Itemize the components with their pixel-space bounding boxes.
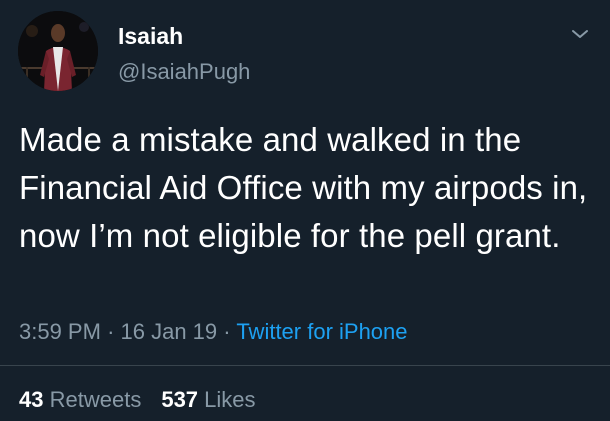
retweets-label: Retweets	[49, 387, 142, 412]
meta-separator: ·	[107, 319, 115, 344]
tweet-time[interactable]: 3:59 PM	[19, 319, 101, 344]
tweet-text: Made a mistake and walked in the Financi…	[19, 121, 588, 254]
likes-count: 537	[161, 387, 199, 412]
more-options-button[interactable]	[567, 24, 593, 44]
tweet-date[interactable]: 16 Jan 19	[121, 319, 218, 344]
display-name[interactable]: Isaiah	[118, 22, 183, 50]
likes-stat[interactable]: 537 Likes	[161, 387, 255, 412]
avatar[interactable]	[18, 11, 98, 91]
tweet-detail: Isaiah @IsaiahPugh Made a mistake and wa…	[0, 0, 610, 421]
tweet-source-link[interactable]: Twitter for iPhone	[236, 319, 407, 344]
retweets-count: 43	[19, 387, 44, 412]
tweet-meta: 3:59 PM · 16 Jan 19 · Twitter for iPhone	[19, 318, 408, 346]
tweet-stats: 43 Retweets 537 Likes	[19, 386, 256, 414]
retweets-stat[interactable]: 43 Retweets	[19, 387, 141, 412]
chevron-down-icon	[572, 30, 588, 38]
meta-separator: ·	[223, 319, 231, 344]
user-handle[interactable]: @IsaiahPugh	[118, 58, 250, 86]
divider	[0, 365, 610, 366]
likes-label: Likes	[204, 387, 256, 412]
avatar-photo	[18, 11, 98, 91]
